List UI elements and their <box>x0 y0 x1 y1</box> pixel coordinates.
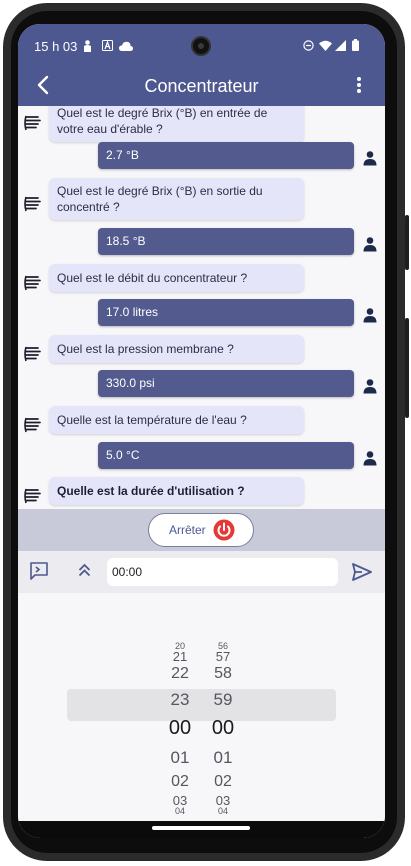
chat-list[interactable]: Quel est le degré Brix (°B) en entrée de… <box>18 106 385 509</box>
more-vert-icon[interactable] <box>357 76 361 94</box>
bot-avatar-icon <box>24 416 42 434</box>
app-bar: Concentrateur <box>18 68 385 106</box>
lock-person-icon <box>84 40 91 52</box>
picker-item: 22 <box>171 665 189 682</box>
bot-message: Quel est la pression membrane ? <box>49 335 304 363</box>
user-message: 18.5 °B <box>98 228 354 255</box>
double-chevron-up-icon[interactable] <box>78 563 91 577</box>
picker-selected-hour: 00 <box>168 717 192 739</box>
user-avatar-icon <box>362 378 378 394</box>
status-bar: 15 h 03 <box>18 24 385 68</box>
picker-item: 21 <box>172 649 188 664</box>
send-icon[interactable] <box>352 563 372 581</box>
user-avatar-icon <box>362 150 378 166</box>
user-message: 330.0 psi <box>98 370 354 397</box>
picker-item: 58 <box>214 665 232 682</box>
bot-message: Quel est le débit du concentrateur ? <box>49 264 304 292</box>
volume-button <box>405 318 409 418</box>
picker-item: 02 <box>171 773 189 790</box>
picker-item: 04 <box>217 806 228 816</box>
picker-item: 23 <box>170 690 190 709</box>
nav-bar <box>18 821 385 838</box>
picker-item: 02 <box>214 773 232 790</box>
user-message: 2.7 °B <box>98 142 354 169</box>
battery-icon <box>352 39 359 51</box>
bot-avatar-icon <box>24 274 42 292</box>
bot-avatar-icon <box>24 487 42 505</box>
screen: 15 h 03 Concentrateur Quel est le degré … <box>18 24 385 838</box>
user-avatar-icon <box>362 236 378 252</box>
user-avatar-icon <box>362 450 378 466</box>
front-camera <box>191 36 211 56</box>
picker-item: 57 <box>215 649 231 664</box>
input-bar: 00:00 <box>18 551 385 593</box>
status-time: 15 h 03 <box>34 39 78 54</box>
stop-button-label: Arrêter <box>169 523 206 537</box>
user-message: 5.0 °C <box>98 442 354 469</box>
page-title: Concentrateur <box>144 76 259 96</box>
bot-avatar-icon <box>24 195 42 213</box>
picker-item: 01 <box>170 748 190 767</box>
time-picker: 20 21 22 23 00 01 02 03 04 56 57 58 59 0… <box>18 593 385 821</box>
cloud-icon <box>119 41 133 51</box>
stop-button[interactable]: Arrêter <box>148 513 254 547</box>
bot-avatar-icon <box>24 345 42 363</box>
power-stop-icon <box>213 519 235 541</box>
wifi-icon <box>319 40 332 51</box>
picker-item: 59 <box>213 690 233 709</box>
bot-message: Quel est le degré Brix (°B) en entrée de… <box>49 106 304 142</box>
picker-selected-minute: 00 <box>211 717 235 739</box>
home-gesture-handle[interactable] <box>152 826 250 830</box>
dnd-icon <box>303 40 314 51</box>
picker-item: 01 <box>213 748 233 767</box>
stop-bar: Arrêter <box>18 509 385 551</box>
chat-input-icon[interactable] <box>30 562 48 580</box>
bot-message: Quelle est la température de l'eau ? <box>49 406 304 434</box>
bot-avatar-icon <box>24 114 42 132</box>
bot-message: Quel est le degré Brix (°B) en sortie du… <box>49 178 304 220</box>
signal-icon <box>335 40 346 51</box>
time-input[interactable]: 00:00 <box>107 558 338 586</box>
picker-selection-highlight <box>67 689 336 721</box>
power-button <box>405 215 409 270</box>
bot-message: Quelle est la durée d'utilisation ? <box>49 477 304 505</box>
picker-item: 04 <box>174 806 185 816</box>
a-box-icon <box>102 40 113 51</box>
user-avatar-icon <box>362 307 378 323</box>
user-message: 17.0 litres <box>98 299 354 326</box>
